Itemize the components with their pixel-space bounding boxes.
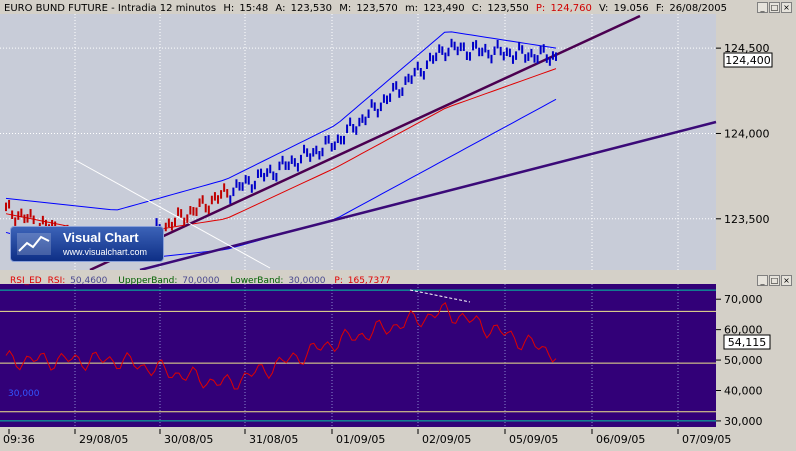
time-tick-label-2: 30/08/05 xyxy=(164,433,213,446)
h-label: H: xyxy=(223,3,234,14)
rsi-tick-label-3: 40,000 xyxy=(724,384,763,397)
price-panel[interactable]: 124,500 124,000 123,500 EURO BUND FUTURE -… xyxy=(0,0,796,272)
time-axis: 09:36 29/08/05 30/08/05 31/08/05 01/09/05 02/… xyxy=(0,429,796,447)
upper-band-label: UppperBand: xyxy=(118,276,177,286)
current-price-value: 124,400 xyxy=(725,54,771,67)
rsi-tick-label-2: 50,000 xyxy=(724,354,763,367)
time-tick-label-3: 31/08/05 xyxy=(249,433,298,446)
mi-value: 123,490 xyxy=(423,3,464,14)
time-tick-label-7: 06/09/05 xyxy=(596,433,645,446)
close-button[interactable]: × xyxy=(781,2,792,13)
rsi-tick-label-0: 70,000 xyxy=(724,293,763,306)
rsi-p-label: P: xyxy=(334,276,342,286)
rsi-minimize-button[interactable]: _ xyxy=(757,275,768,286)
rsi-tick-label-4: 30,000 xyxy=(724,415,763,427)
c-label: C: xyxy=(472,3,482,14)
rsi-value: 50,4600 xyxy=(70,276,107,286)
a-label: A: xyxy=(275,3,285,14)
c-value: 123,550 xyxy=(487,3,528,14)
logo-mark-icon xyxy=(17,233,51,255)
price-tick-label-2: 123,500 xyxy=(724,213,770,226)
p-label: P: xyxy=(536,3,545,14)
maximize-button[interactable]: □ xyxy=(769,2,780,13)
time-tick-label-5: 02/09/05 xyxy=(422,433,471,446)
svg-text:RSI_ED RSI: 50,460: RSI_ED RSI: 50,4600 UppperBand: 70,0000 … xyxy=(10,276,391,286)
current-rsi-value: 54,115 xyxy=(728,336,767,349)
chart-title: EURO BUND FUTURE - Intradia 12 minutos xyxy=(4,3,216,14)
minimize-button[interactable]: _ xyxy=(757,2,768,13)
v-label: V: xyxy=(599,3,608,14)
p-value: 124,760 xyxy=(550,3,591,14)
time-tick-label-4: 01/09/05 xyxy=(336,433,385,446)
rsi-name: RSI: xyxy=(48,276,66,286)
lower-band-label: LowerBand: xyxy=(230,276,283,286)
v-value: 19.056 xyxy=(614,3,649,14)
time-tick-label-1: 29/08/05 xyxy=(79,433,128,446)
h-value: 15:48 xyxy=(239,3,268,14)
rsi-p-value: 165,7377 xyxy=(348,276,391,286)
time-tick-label-8: 07/09/05 xyxy=(682,433,731,446)
rsi-label: RSI_ED xyxy=(10,276,42,286)
rsi-left-label: 30,000 xyxy=(8,389,40,399)
rsi-plot-area xyxy=(0,284,716,427)
mi-label: m: xyxy=(405,3,418,14)
m-label: M: xyxy=(339,3,351,14)
lower-band-value: 30,0000 xyxy=(288,276,325,286)
rsi-panel[interactable]: 70,000 60,000 50,000 40,000 30,000 RSI_ED RS… xyxy=(0,272,796,428)
price-tick-label-1: 124,000 xyxy=(724,127,770,140)
rsi-close-button[interactable]: × xyxy=(781,275,792,286)
time-tick-label-6: 05/09/05 xyxy=(509,433,558,446)
a-value: 123,530 xyxy=(291,3,332,14)
rsi-maximize-button[interactable]: □ xyxy=(769,275,780,286)
visual-chart-logo: Visual Chart www.visualchart.com xyxy=(10,226,164,262)
rsi-chart[interactable]: 70,00060,00050,00040,00030,000 RSI_ED RS… xyxy=(0,272,796,428)
upper-band-value: 70,0000 xyxy=(182,276,219,286)
svg-text:EURO BUND FUTURE - Intradia 12: EURO BUND FUTURE - Intradia 12 minutos H… xyxy=(4,3,727,14)
m-value: 123,570 xyxy=(356,3,397,14)
f-value: 26/08/2005 xyxy=(669,3,727,14)
logo-name: Visual Chart xyxy=(63,230,139,245)
time-tick-label-0: 09:36 xyxy=(3,433,35,446)
logo-url: www.visualchart.com xyxy=(63,247,148,257)
f-label: F: xyxy=(656,3,664,14)
